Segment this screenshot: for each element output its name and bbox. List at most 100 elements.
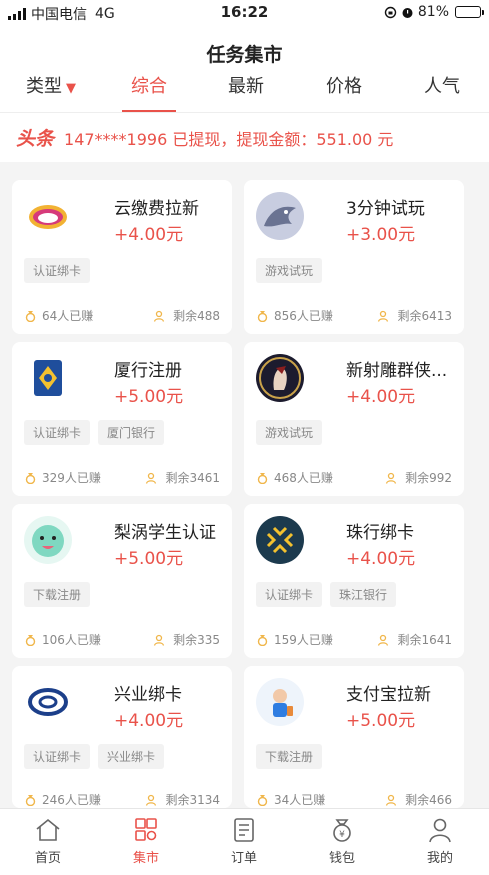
task-tag: 下载注册 [256,744,323,769]
headline-message: 147****1996 已提现，提现金额：551.00 元 [64,129,394,149]
task-remaining: 剩余3461 [145,469,220,486]
task-earned: 159人已赚 [256,631,333,648]
money-bag-icon [257,311,268,322]
money-bag-icon [25,473,36,484]
alarm-icon [402,7,413,18]
tab-price-label: 价格 [326,76,362,97]
task-reward: +4.00元 [346,387,416,407]
nav-orders-label: 订单 [230,851,257,866]
task-earned: 329人已赚 [24,469,101,486]
person-icon [378,634,389,646]
nav-home[interactable]: 首页 [18,817,78,866]
task-remaining: 剩余488 [153,307,220,324]
task-card[interactable]: 支付宝拉新 +5.00元 下载注册 34人已赚 剩余466 [244,666,464,808]
header: 任务集市 类型 ▼ 综合 最新 价格 人气 [0,26,489,112]
nav-wallet[interactable]: ¥ 钱包 [312,817,372,866]
task-remaining: 剩余1641 [377,631,452,648]
task-name: 云缴费拉新 [114,199,199,219]
tab-type[interactable]: 类型 ▼ [20,74,82,112]
headline-badge: 头条 [16,128,55,150]
task-tag: 认证绑卡 [256,582,323,607]
tab-comprehensive-label: 综合 [131,76,167,97]
task-name: 兴业绑卡 [114,685,182,705]
task-name: 支付宝拉新 [346,685,431,705]
zhuhai-bank-logo [256,516,304,564]
task-tags: 下载注册 [24,582,91,607]
task-earned-count: 159人已赚 [274,633,333,647]
task-remaining-count: 剩余1641 [397,633,452,647]
task-name: 厦行注册 [114,361,182,381]
task-tag: 游戏试玩 [256,258,323,283]
task-name: 新射雕群侠... [346,361,448,381]
money-bag-icon [257,635,268,646]
xiamen-bank-logo [24,354,72,402]
task-card[interactable]: 厦行注册 +5.00元 认证绑卡 厦门银行 329人已赚 剩余3461 [12,342,232,496]
task-card[interactable]: 兴业绑卡 +4.00元 认证绑卡 兴业绑卡 246人已赚 剩余3134 [12,666,232,808]
dragon-logo [256,192,304,240]
task-tags: 认证绑卡 厦门银行 [24,420,165,445]
task-remaining: 剩余3134 [145,791,220,808]
task-earned-count: 64人已赚 [42,309,94,323]
task-remaining: 剩余6413 [377,307,452,324]
task-remaining: 剩余992 [385,469,452,486]
task-tags: 认证绑卡 珠江银行 [256,582,397,607]
task-reward: +4.00元 [114,711,184,731]
task-earned: 246人已赚 [24,791,101,808]
money-bag-icon [25,795,36,806]
task-remaining-count: 剩余488 [173,309,220,323]
status-bar: 中国电信 4G 16:22 81% [0,0,489,26]
profile-icon [429,818,451,843]
battery-icon [455,6,484,18]
task-reward: +5.00元 [346,711,416,731]
task-tag: 认证绑卡 [24,258,91,283]
person-icon [385,794,397,806]
task-remaining-count: 剩余3134 [165,793,220,807]
task-tag: 珠江银行 [330,582,397,607]
order-icon [234,818,254,842]
person-icon [153,634,165,646]
task-earned-count: 246人已赚 [42,793,101,807]
person-icon [146,472,157,484]
cib-logo [24,678,72,726]
task-tags: 游戏试玩 [256,258,323,283]
tab-latest[interactable]: 最新 [224,74,268,112]
task-earned: 468人已赚 [256,469,333,486]
task-remaining: 剩余335 [153,631,220,648]
alipay-character-logo [256,678,304,726]
market-icon [135,818,157,841]
tab-price[interactable]: 价格 [322,74,366,112]
headline-banner[interactable]: 头条 147****1996 已提现，提现金额：551.00 元 [0,112,489,162]
tab-popularity[interactable]: 人气 [420,74,464,112]
rotation-lock-icon [384,6,397,18]
task-name: 3分钟试玩 [346,199,425,219]
task-card[interactable]: 梨涡学生认证 +5.00元 下载注册 106人已赚 剩余335 [12,504,232,658]
tab-latest-label: 最新 [228,76,264,97]
nav-profile-label: 我的 [426,851,453,866]
game-character-logo [256,354,304,402]
task-remaining-count: 剩余466 [405,793,452,807]
nav-home-label: 首页 [34,851,61,866]
task-earned: 856人已赚 [256,307,333,324]
nav-orders[interactable]: 订单 [214,817,274,866]
task-tag: 认证绑卡 [24,420,91,445]
task-earned-count: 329人已赚 [42,471,101,485]
task-remaining-count: 剩余6413 [397,309,452,323]
nav-market-label: 集市 [132,851,159,866]
tab-popularity-label: 人气 [424,76,460,97]
task-card[interactable]: 云缴费拉新 +4.00元 认证绑卡 64人已赚 剩余488 [12,180,232,334]
task-card[interactable]: 3分钟试玩 +3.00元 游戏试玩 856人已赚 剩余6413 [244,180,464,334]
person-icon [153,310,165,322]
tab-comprehensive[interactable]: 综合 [122,74,176,112]
wallet-icon: ¥ [333,819,351,842]
svg-text:¥: ¥ [339,830,345,840]
tab-type-label: 类型 [26,76,62,97]
nav-wallet-label: 钱包 [328,851,355,866]
task-card[interactable]: 新射雕群侠... +4.00元 游戏试玩 468人已赚 剩余992 [244,342,464,496]
money-bag-icon [25,311,36,322]
home-icon [36,818,60,841]
nav-profile[interactable]: 我的 [410,817,470,866]
money-bag-icon [257,473,268,484]
nav-market[interactable]: 集市 [116,817,176,866]
task-tags: 认证绑卡 兴业绑卡 [24,744,165,769]
task-card[interactable]: 珠行绑卡 +4.00元 认证绑卡 珠江银行 159人已赚 剩余1641 [244,504,464,658]
